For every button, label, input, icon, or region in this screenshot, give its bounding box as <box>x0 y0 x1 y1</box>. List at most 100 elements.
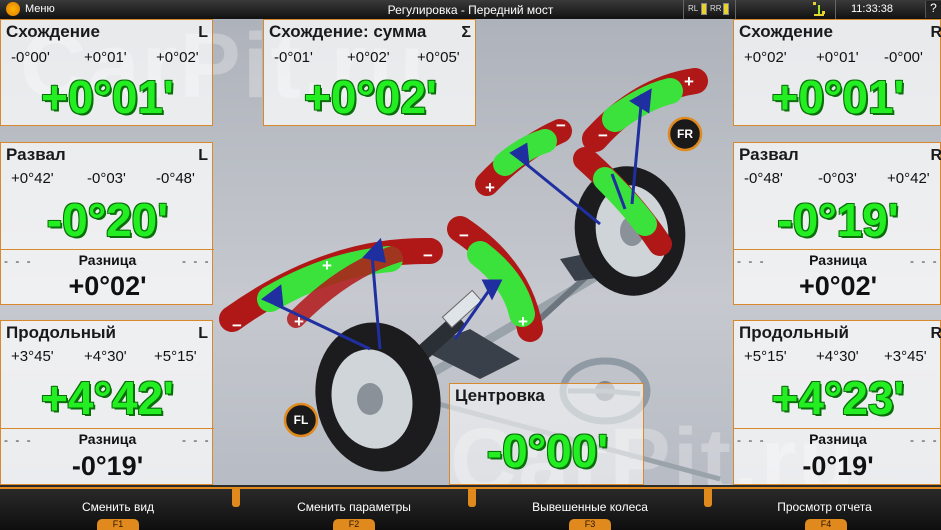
f2-key-badge: F2 <box>333 519 375 530</box>
divider <box>734 428 941 429</box>
tolerance-mid: +0°01' <box>816 49 859 66</box>
right-toe-panel: Схождение R +0°02' +0°01' -0°00' +0°01' <box>733 19 941 126</box>
side-indicator: R <box>930 325 941 342</box>
battery-rr-icon <box>723 3 729 15</box>
divider <box>1 428 214 429</box>
panel-title: Развал <box>739 145 799 164</box>
camber-right-value: -0°19' <box>777 194 899 246</box>
centering-value: -0°00' <box>486 425 609 477</box>
tolerance-mid: -0°03' <box>818 170 857 187</box>
divider <box>1 249 214 250</box>
toe-right-value: +0°01' <box>771 71 905 123</box>
top-bar: Меню Регулировка - Передний мост RL RR 1… <box>0 0 941 19</box>
minus-marker: − <box>459 226 469 245</box>
sensor-rl-label: RL <box>688 4 699 13</box>
tolerance-max: +0°02' <box>156 49 199 66</box>
battery-rl-icon <box>701 3 707 15</box>
minus-marker: − <box>232 316 242 335</box>
minus-marker: − <box>556 116 566 135</box>
difference-label: Разница <box>78 431 137 447</box>
minus-marker: − <box>423 246 433 265</box>
caster-difference-value: -0°19' <box>802 451 874 481</box>
separator <box>735 0 736 19</box>
camber-difference-value: +0°02' <box>68 271 147 301</box>
change-parameters-button[interactable]: Сменить параметры <box>236 487 472 523</box>
tolerance-max: -0°48' <box>156 170 195 187</box>
tolerance-mid: +4°30' <box>84 348 127 365</box>
network-status-icon <box>813 2 825 16</box>
plus-marker: + <box>322 256 332 275</box>
total-toe-value: +0°02' <box>304 71 437 123</box>
toe-left-value: +0°01' <box>41 71 174 123</box>
fr-badge-label: FR <box>677 127 693 141</box>
separator <box>232 487 240 507</box>
tolerance-min: +0°42' <box>11 170 54 187</box>
difference-label: Разница <box>809 431 867 447</box>
f3-key-badge: F3 <box>569 519 611 530</box>
separator <box>468 487 476 507</box>
left-camber-panel: Развал L +0°42' -0°03' -0°48' -0°20' - -… <box>0 142 214 305</box>
tolerance-min: -0°01' <box>274 49 313 66</box>
caster-right-value: +4°23' <box>771 372 905 424</box>
separator <box>835 0 836 19</box>
window-title: Регулировка - Передний мост <box>387 3 554 17</box>
camber-difference-value: +0°02' <box>798 271 878 301</box>
plus-marker: + <box>485 178 495 197</box>
centering-panel: Центровка -0°00' <box>449 383 644 485</box>
panel-title: Продольный <box>739 323 850 342</box>
tolerance-min: -0°00' <box>11 49 50 66</box>
tolerance-min: +5°15' <box>744 348 787 365</box>
change-view-button[interactable]: Сменить вид <box>0 487 236 523</box>
side-indicator: L <box>198 24 208 41</box>
panel-title: Схождение <box>739 22 833 41</box>
tolerance-min: +3°45' <box>11 348 54 365</box>
separator <box>683 0 684 19</box>
plus-marker: + <box>518 312 528 331</box>
minus-marker: − <box>598 126 608 145</box>
tolerance-min: +0°02' <box>744 49 787 66</box>
function-key-toolbar: Сменить вид Сменить параметры Вывешенные… <box>0 485 941 530</box>
help-button[interactable]: ? <box>925 1 941 18</box>
f1-key-badge: F1 <box>97 519 139 530</box>
tolerance-mid: -0°03' <box>87 170 126 187</box>
plus-marker: + <box>684 72 694 91</box>
clock: 11:33:38 <box>851 3 894 15</box>
tolerance-max: +0°05' <box>417 49 460 66</box>
side-indicator: L <box>198 325 208 342</box>
left-caster-panel: Продольный L +3°45' +4°30' +5°15' +4°42'… <box>0 320 214 485</box>
raised-wheels-button[interactable]: Вывешенные колеса <box>472 487 708 523</box>
tolerance-max: +0°42' <box>887 170 930 187</box>
panel-title: Схождение: сумма <box>269 22 427 41</box>
tolerance-max: +3°45' <box>884 348 927 365</box>
button-label: Сменить параметры <box>297 500 411 514</box>
side-indicator: L <box>198 147 208 164</box>
tolerance-mid: +0°01' <box>84 49 127 66</box>
panel-title: Схождение <box>6 22 100 41</box>
panel-title: Продольный <box>6 323 117 342</box>
panel-title: Развал <box>6 145 66 164</box>
tolerance-mid: +0°02' <box>347 49 390 66</box>
camber-left-value: -0°20' <box>46 194 169 246</box>
tolerance-min: -0°48' <box>744 170 783 187</box>
panel-title: Центровка <box>455 386 545 405</box>
tolerance-max: +5°15' <box>154 348 197 365</box>
sum-indicator: Σ <box>461 24 471 41</box>
difference-label: Разница <box>78 252 137 268</box>
fl-badge-label: FL <box>293 413 309 427</box>
separator <box>704 487 712 507</box>
difference-label: Разница <box>809 252 867 268</box>
view-report-button[interactable]: Просмотр отчета <box>708 487 941 523</box>
right-camber-panel: Развал R -0°48' -0°03' +0°42' -0°19' - -… <box>733 142 941 305</box>
divider <box>734 249 941 250</box>
button-label: Сменить вид <box>81 500 155 514</box>
sensor-rr-label: RR <box>710 4 722 13</box>
right-caster-panel: Продольный R +5°15' +4°30' +3°45' +4°23'… <box>733 320 941 485</box>
button-label: Просмотр отчета <box>777 500 872 514</box>
left-toe-panel: Схождение L -0°00' +0°01' +0°02' +0°01' <box>0 19 213 126</box>
total-toe-panel: Схождение: сумма Σ -0°01' +0°02' +0°05' … <box>263 19 476 126</box>
tolerance-max: -0°00' <box>884 49 923 66</box>
side-indicator: R <box>930 147 941 164</box>
caster-difference-value: -0°19' <box>71 451 144 481</box>
side-indicator: R <box>930 24 941 41</box>
f4-key-badge: F4 <box>805 519 847 530</box>
